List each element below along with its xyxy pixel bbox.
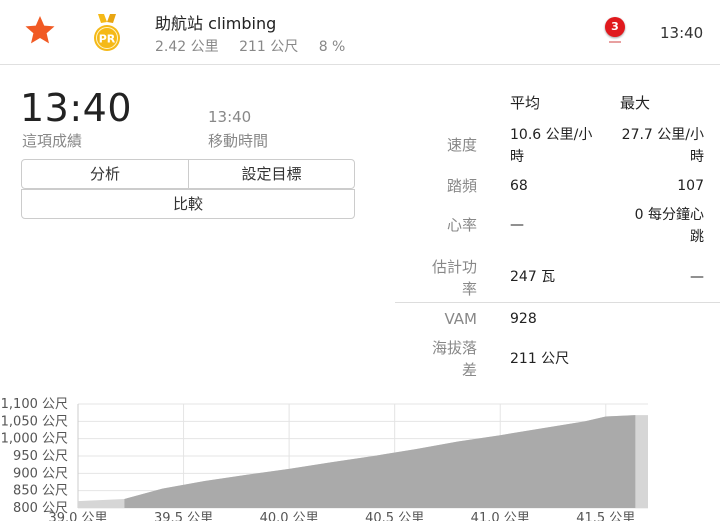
heart-rate-max-line2: 跳 (690, 229, 704, 245)
power-label-line2: 率 (461, 280, 477, 298)
star-icon[interactable] (24, 14, 56, 46)
speed-max-line1: 27.7 公里/小 (621, 127, 704, 143)
avg-column-header: 平均 (510, 94, 541, 112)
rank-badge-shadow (609, 41, 621, 43)
speed-max-line2: 時 (690, 149, 704, 165)
cadence-avg: 68 (510, 178, 528, 194)
vam-value: 928 (510, 311, 537, 327)
segment-elev-gain: 211 公尺 (239, 39, 299, 55)
elev-diff-value: 211 公尺 (510, 351, 570, 367)
y-axis-labels: 1,100 公尺 1,050 公尺 1,000 公尺 950 公尺 900 公尺 850 … (1, 397, 68, 516)
heart-rate-label: 心率 (446, 216, 477, 234)
elapsed-time-label: 這項成績 (22, 132, 83, 150)
x-tick-label: 40.0 公里 (260, 511, 319, 521)
speed-avg-line1: 10.6 公里/小 (510, 127, 593, 143)
elev-diff-label-line2: 差 (461, 361, 477, 379)
speed-label: 速度 (446, 136, 477, 154)
max-column-header: 最大 (620, 94, 651, 112)
y-tick-label: 1,050 公尺 (1, 414, 68, 429)
x-tick-label: 41.5 公里 (576, 511, 635, 521)
cadence-max: 107 (677, 178, 704, 194)
segment-distance: 2.42 公里 (155, 39, 219, 55)
power-label-line1: 估計功 (431, 258, 477, 276)
pr-medal-text: PR (99, 33, 116, 46)
set-goal-button[interactable]: 設定目標 (188, 159, 355, 189)
pr-medal-icon: PR (94, 14, 120, 51)
segment-title: 助航站 climbing (155, 14, 277, 33)
segment-stats: 2.42 公里 211 公尺 8 % (155, 36, 361, 56)
heart-rate-max-line1: 0 每分鐘心 (634, 207, 704, 223)
cadence-label: 踏頻 (446, 177, 477, 195)
rank-badge[interactable]: 3 (605, 17, 625, 37)
heart-rate-avg: — (510, 217, 524, 233)
moving-time: 13:40 (208, 108, 252, 126)
x-tick-label: 39.5 公里 (154, 511, 213, 521)
y-tick-label: 1,000 公尺 (1, 432, 68, 447)
power-max: — (690, 269, 704, 285)
y-tick-label: 950 公尺 (13, 449, 68, 464)
elapsed-time: 13:40 (20, 86, 133, 130)
elevation-area-segment (124, 415, 636, 508)
star-shape (25, 16, 55, 44)
x-tick-label: 41.0 公里 (471, 511, 530, 521)
segment-grade: 8 % (318, 39, 346, 55)
elev-diff-label-line1: 海拔落 (431, 339, 477, 357)
elevation-chart: 1,100 公尺 1,050 公尺 1,000 公尺 950 公尺 900 公尺 850 … (1, 397, 648, 521)
x-axis-labels: 39.0 公里 39.5 公里 40.0 公里 40.5 公里 41.0 公里 41.5 … (48, 511, 635, 521)
x-tick-label: 39.0 公里 (48, 511, 107, 521)
header-time: 13:40 (660, 24, 704, 42)
x-tick-label: 40.5 公里 (365, 511, 424, 521)
analyze-button[interactable]: 分析 (21, 159, 189, 189)
y-tick-label: 850 公尺 (13, 484, 68, 499)
y-tick-label: 1,100 公尺 (1, 397, 68, 412)
stats-divider (395, 302, 720, 303)
compare-button[interactable]: 比較 (21, 189, 355, 219)
moving-time-label: 移動時間 (208, 132, 269, 150)
power-avg: 247 瓦 (510, 269, 556, 285)
vam-label: VAM (444, 310, 477, 328)
y-tick-label: 900 公尺 (13, 466, 68, 481)
speed-avg-line2: 時 (510, 149, 524, 165)
